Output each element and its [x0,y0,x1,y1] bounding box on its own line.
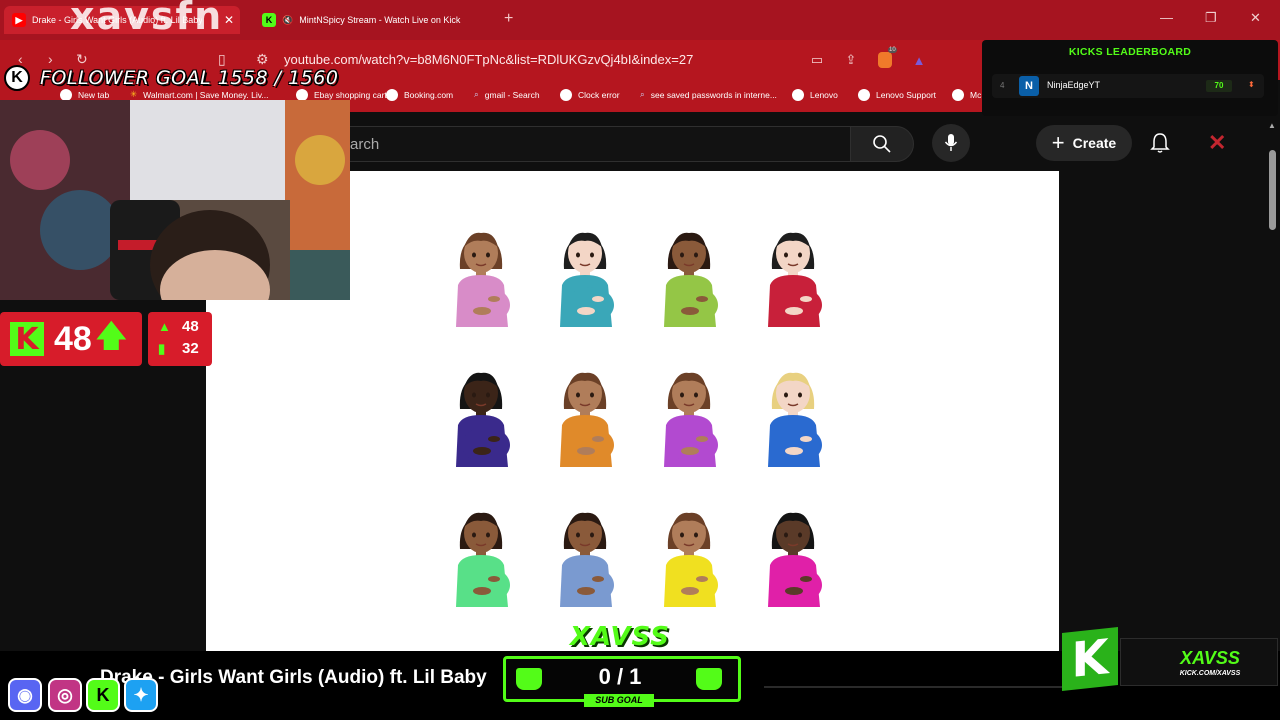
kick-logo-icon: K [10,322,44,357]
pregnant-person-emoji [758,217,828,327]
channel-logo: xavsfn [70,0,224,38]
brave-shield-icon[interactable]: 10 [876,47,897,69]
plus-icon: + [1051,130,1065,155]
basket-icon [696,668,722,690]
new-tab-button[interactable]: + [504,10,513,28]
webcam-feed [0,100,350,300]
bookmark-item[interactable]: Lenovo [792,89,838,101]
sub-goal-value: 0 / 1 [598,664,642,689]
share-icon[interactable]: ⇪ [842,51,860,69]
youtube-favicon-icon: ▶ [12,13,26,27]
pregnant-person-emoji [654,497,724,607]
extension-badge: 10 [888,47,897,53]
pregnant-person-emoji [654,217,724,327]
video-progress-bar[interactable] [764,686,1064,688]
globe-icon [858,89,870,101]
restore-icon[interactable]: ❐ [1205,10,1217,26]
instagram-icon: ◎ [48,678,82,712]
leaderboard-value: 70 [1206,80,1232,92]
pregnant-person-emoji [550,217,620,327]
scrollbar-thumb[interactable] [1269,150,1276,230]
sub-goal-banner: XAVSS [569,622,671,652]
tab-label: MintNSpicy Stream - Watch Live on Kick [299,15,461,25]
close-tab-icon[interactable]: ✕ [224,13,234,27]
kick-logo-icon: K [1062,627,1118,691]
trend-up-icon: ⬍ [1248,80,1255,89]
kick-icon: K [86,678,120,712]
pregnant-person-emoji [446,217,516,327]
bookmark-item[interactable]: Lenovo Support [858,89,936,101]
brave-rewards-icon[interactable]: ▲ [910,51,928,69]
voice-search-button[interactable] [932,124,970,162]
streamer-name: XAVSS [1180,648,1240,668]
stat-bars-value: 32 [182,340,199,357]
search-placeholder: arch [350,136,380,153]
pregnant-person-emoji [654,357,724,467]
close-icon[interactable]: ✕ [1208,130,1226,156]
twitter-icon: ✦ [124,678,158,712]
stats-panel: ▲ 48 ▮ 32 [148,312,212,366]
bookmark-item[interactable]: Mc [952,89,981,101]
globe-icon [386,89,398,101]
pregnant-person-emoji [550,497,620,607]
bookmark-item[interactable]: ⌕ see saved passwords in interne... [640,89,777,100]
kick-favicon-icon: K [262,13,276,27]
cast-icon[interactable]: ▭ [808,51,826,69]
globe-icon [560,89,572,101]
url-field[interactable]: youtube.com/watch?v=b8M6N0FTpNc&list=RDl… [284,52,693,67]
follower-goal-text: FOLLOWER GOAL 1558 / 1560 [40,67,339,89]
streamer-url: KICK.COM/XAVSS [1179,670,1241,677]
pregnant-person-emoji [758,497,828,607]
follower-count: 48 [54,319,92,358]
leaderboard-rank: 4 [1000,81,1005,90]
close-window-icon[interactable]: ✕ [1250,10,1261,26]
create-button[interactable]: + Create [1036,125,1132,161]
scroll-up-icon[interactable]: ▲ [1268,121,1276,130]
mute-icon[interactable]: 🔇 [282,15,293,26]
discord-icon: ◉ [8,678,42,712]
stat-up-value: 48 [182,318,199,335]
pregnant-person-emoji [758,357,828,467]
leaderboard-title: KICKS LEADERBOARD [1068,46,1192,58]
search-input[interactable] [330,126,850,162]
microphone-icon [944,134,958,151]
search-icon: ⌕ [640,89,645,99]
pregnant-person-emoji [446,497,516,607]
minimize-icon[interactable]: — [1160,10,1173,25]
follower-goal: K FOLLOWER GOAL 1558 / 1560 [4,64,338,92]
now-playing: Drake - Girls Want Girls (Audio) ft. Lil… [100,667,487,688]
bookmark-item[interactable]: Clock error [560,89,620,101]
kick-logo-icon: K [4,65,30,91]
follower-counter: K 48 🡅 [0,312,142,366]
globe-icon [952,89,964,101]
leaderboard-name: NinjaEdgeYT [1047,80,1101,90]
globe-icon [792,89,804,101]
sub-goal-label: SUB GOAL [584,694,654,707]
search-icon [873,135,891,153]
streamer-brand: K XAVSS KICK.COM/XAVSS [1054,627,1280,691]
bar-chart-icon: ▮ [158,340,166,356]
basket-icon [516,668,542,690]
notifications-bell-icon[interactable] [1150,132,1170,159]
pregnant-person-emoji [550,357,620,467]
arrow-up-icon: 🡅 [95,319,127,353]
avatar: N [1019,76,1039,96]
triangle-up-icon: ▲ [158,319,171,334]
search-icon: ⌕ [474,89,479,99]
bookmark-item[interactable]: Booking.com [386,89,453,101]
tab-kick[interactable]: K 🔇 MintNSpicy Stream - Watch Live on Ki… [256,6,496,34]
pregnant-person-emoji [446,357,516,467]
screen: ▶ Drake - Girls Want Girls (Audio) ft. L… [0,0,1280,720]
bookmark-item[interactable]: ⌕ gmail - Search [474,89,540,100]
search-button[interactable] [850,126,914,162]
create-label: Create [1072,135,1117,151]
